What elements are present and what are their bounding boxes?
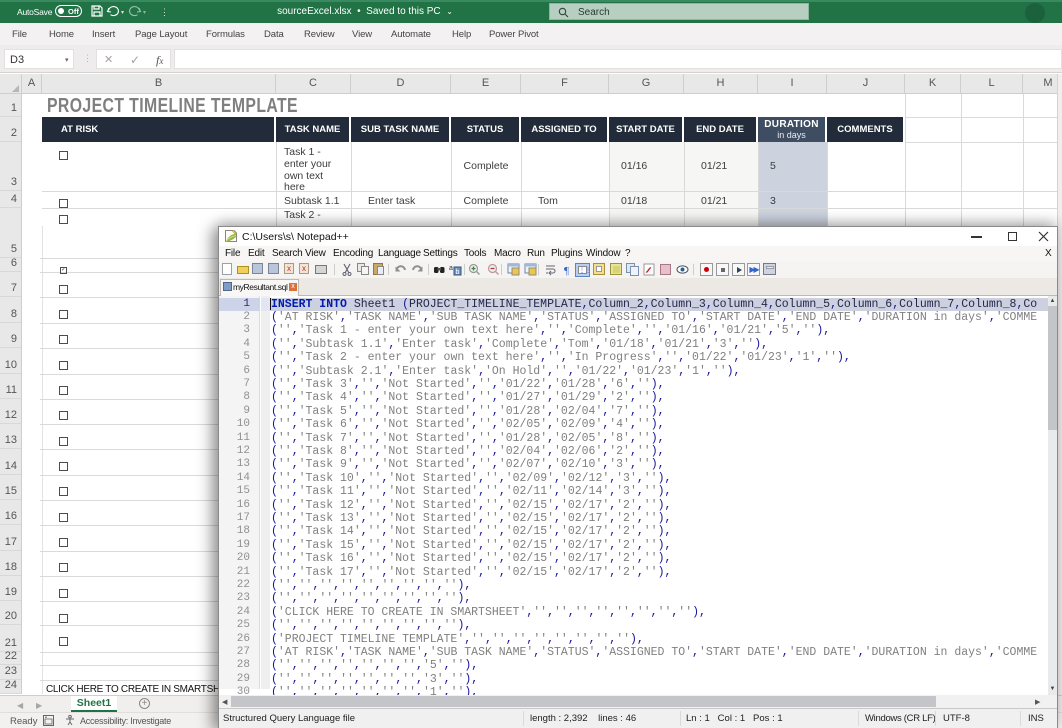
svg-text:a: a <box>449 265 453 272</box>
svg-text:b: b <box>456 269 460 276</box>
svg-text:¶: ¶ <box>564 265 569 276</box>
